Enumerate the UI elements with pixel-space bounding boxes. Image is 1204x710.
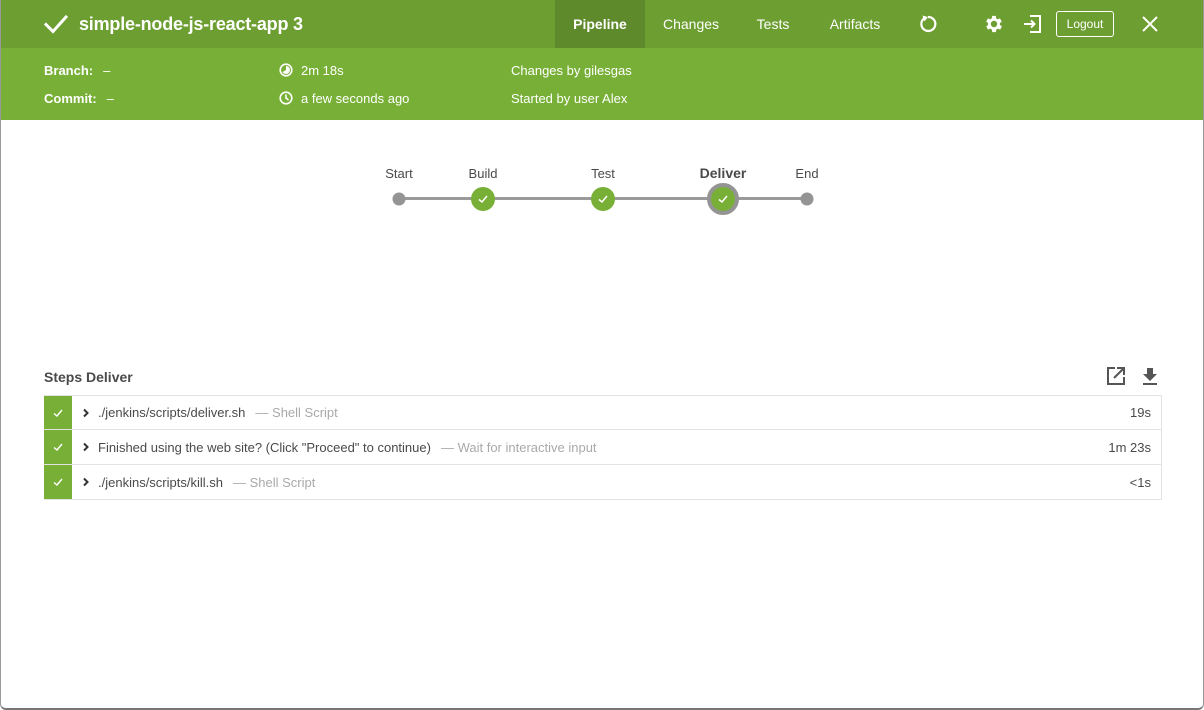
logout-button[interactable]: Logout [1056, 11, 1114, 37]
step-duration: 19s [1130, 405, 1151, 420]
commit-value: – [106, 90, 114, 106]
check-icon [718, 195, 728, 204]
check-icon [598, 195, 608, 204]
stage-node-build[interactable] [471, 187, 495, 211]
step-type: — Shell Script [232, 474, 316, 490]
check-icon [53, 443, 63, 451]
check-icon [478, 195, 488, 204]
stage-label-deliver[interactable]: Deliver [700, 165, 747, 181]
signin-button[interactable] [1020, 12, 1044, 36]
top-bar: simple-node-js-react-app 3 Pipeline Chan… [1, 0, 1203, 48]
open-log-button[interactable] [1104, 364, 1128, 388]
branch-info: Branch: – [44, 60, 110, 80]
stage-node-deliver[interactable] [707, 183, 739, 215]
tab-changes[interactable]: Changes [645, 0, 737, 48]
clock-icon [279, 91, 293, 105]
download-log-button[interactable] [1138, 364, 1162, 388]
rerun-icon [920, 15, 937, 33]
settings-button[interactable] [982, 12, 1006, 36]
step-type: — Wait for interactive input [440, 439, 597, 455]
step-duration: 1m 23s [1108, 439, 1151, 455]
started-info: a few seconds ago [279, 88, 409, 108]
chevron-right-icon[interactable] [82, 408, 90, 418]
pipeline-run-window: simple-node-js-react-app 3 Pipeline Chan… [0, 0, 1204, 710]
duration-icon [279, 63, 293, 77]
gear-icon [986, 15, 1002, 33]
stage-label-end: End [795, 166, 819, 181]
commit-label: Commit: [44, 90, 97, 106]
commit-info: Commit: – [44, 88, 114, 108]
step-duration: <1s [1129, 474, 1151, 490]
run-title: simple-node-js-react-app 3 [79, 13, 303, 34]
download-icon [1143, 368, 1157, 385]
step-name: ./jenkins/scripts/deliver.sh [98, 405, 246, 420]
rerun-button[interactable] [916, 12, 940, 36]
close-icon [1142, 16, 1158, 32]
step-name: ./jenkins/scripts/kill.sh [98, 474, 223, 490]
run-title-area: simple-node-js-react-app 3 [43, 0, 303, 48]
started-by: Started by user Alex [511, 88, 627, 108]
step-row[interactable]: ./jenkins/scripts/deliver.sh — Shell Scr… [44, 395, 1162, 430]
step-row[interactable]: ./jenkins/scripts/kill.sh — Shell Script… [44, 465, 1162, 500]
duration-value: 2m 18s [301, 62, 344, 78]
steps-list: ./jenkins/scripts/deliver.sh — Shell Scr… [44, 395, 1162, 500]
branch-label: Branch: [44, 62, 94, 78]
branch-value: – [103, 62, 111, 78]
tab-bar: Pipeline Changes Tests Artifacts [555, 0, 901, 48]
stage-node-end [800, 192, 814, 206]
step-name: Finished using the web site? (Click "Pro… [98, 439, 431, 455]
chevron-right-icon[interactable] [82, 477, 90, 487]
started-by-text: Started by user Alex [511, 90, 628, 106]
check-icon [53, 478, 63, 486]
step-status-success [44, 396, 72, 429]
run-info-bar: Branch: – Commit: – 2m 18s a few seconds… [1, 48, 1203, 120]
stage-label-start: Start [385, 166, 413, 181]
changes-by: Changes by gilesgas [511, 60, 632, 80]
steps-title: Steps Deliver [44, 369, 133, 385]
tab-tests[interactable]: Tests [737, 0, 809, 48]
stage-node-test[interactable] [591, 187, 615, 211]
check-icon [43, 14, 69, 34]
chevron-right-icon[interactable] [82, 442, 90, 452]
open-in-new-icon [1107, 367, 1125, 385]
tab-pipeline[interactable]: Pipeline [555, 0, 645, 48]
step-row[interactable]: Finished using the web site? (Click "Pro… [44, 430, 1162, 465]
stage-label-test[interactable]: Test [591, 166, 615, 181]
step-status-success [44, 430, 72, 464]
check-icon [53, 409, 63, 417]
pipeline-graph: Start Build Test Deliver End [1, 160, 1203, 220]
tab-artifacts[interactable]: Artifacts [809, 0, 901, 48]
duration-info: 2m 18s [279, 60, 344, 80]
changes-by-text: Changes by gilesgas [511, 62, 632, 78]
step-status-success [44, 465, 72, 499]
step-type: — Shell Script [255, 405, 338, 420]
stage-node-start [392, 192, 406, 206]
started-value: a few seconds ago [301, 90, 410, 106]
stage-label-build[interactable]: Build [469, 166, 498, 181]
close-button[interactable] [1138, 12, 1162, 36]
exit-icon [1024, 15, 1041, 33]
